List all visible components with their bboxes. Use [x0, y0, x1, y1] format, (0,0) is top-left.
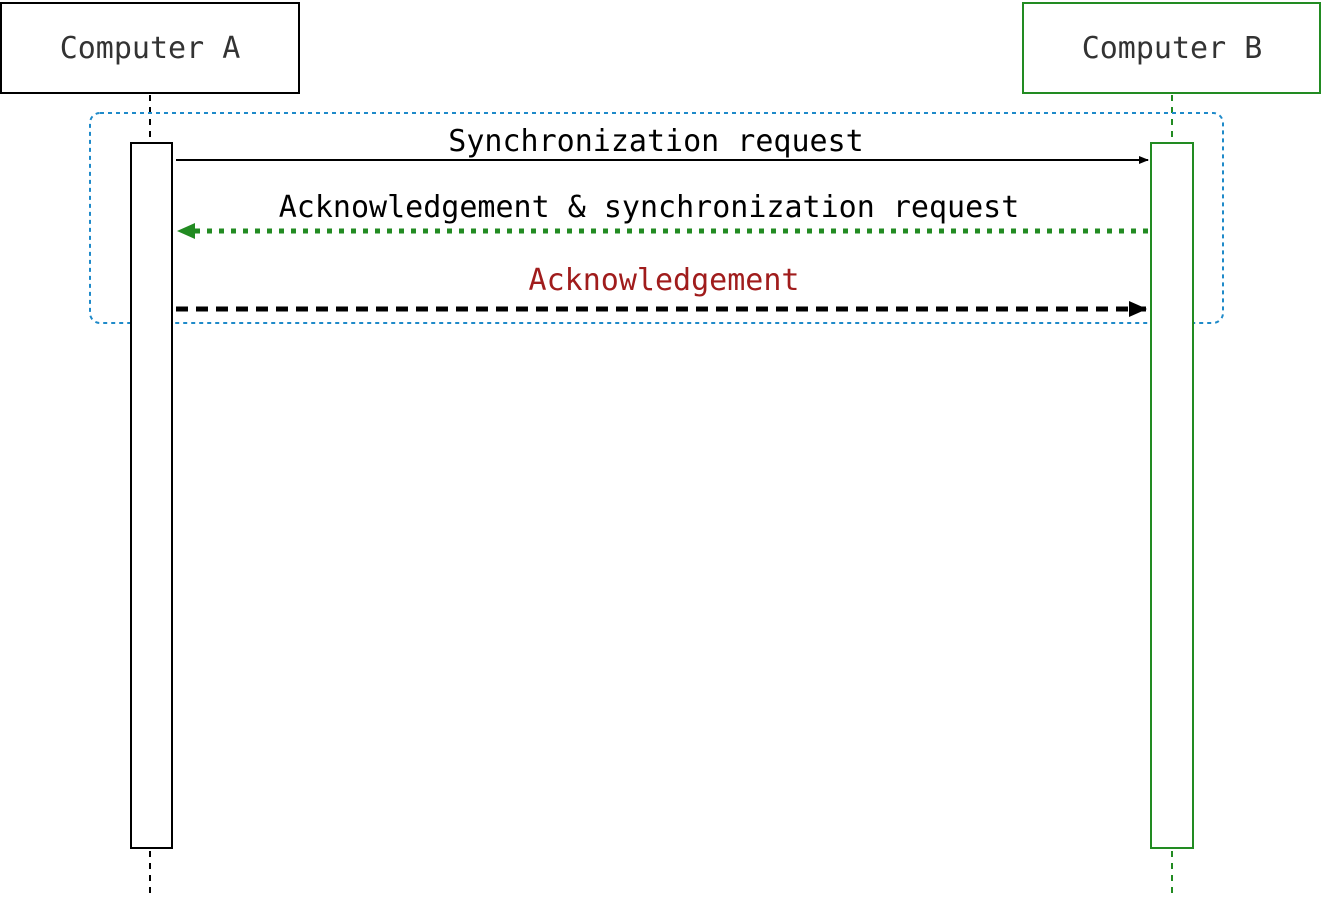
participant-label-b: Computer B: [1082, 31, 1263, 66]
activation-bar-a: [130, 142, 173, 849]
message-label-sync-request: Synchronization request: [448, 124, 863, 159]
sequence-diagram: Computer A Computer B Synchronization re…: [0, 2, 1321, 893]
message-label-ack-sync-request: Acknowledgement & synchronization reques…: [279, 190, 1020, 225]
participant-label-a: Computer A: [60, 31, 241, 66]
activation-bar-b: [1150, 142, 1194, 849]
message-label-ack: Acknowledgement: [529, 263, 800, 298]
